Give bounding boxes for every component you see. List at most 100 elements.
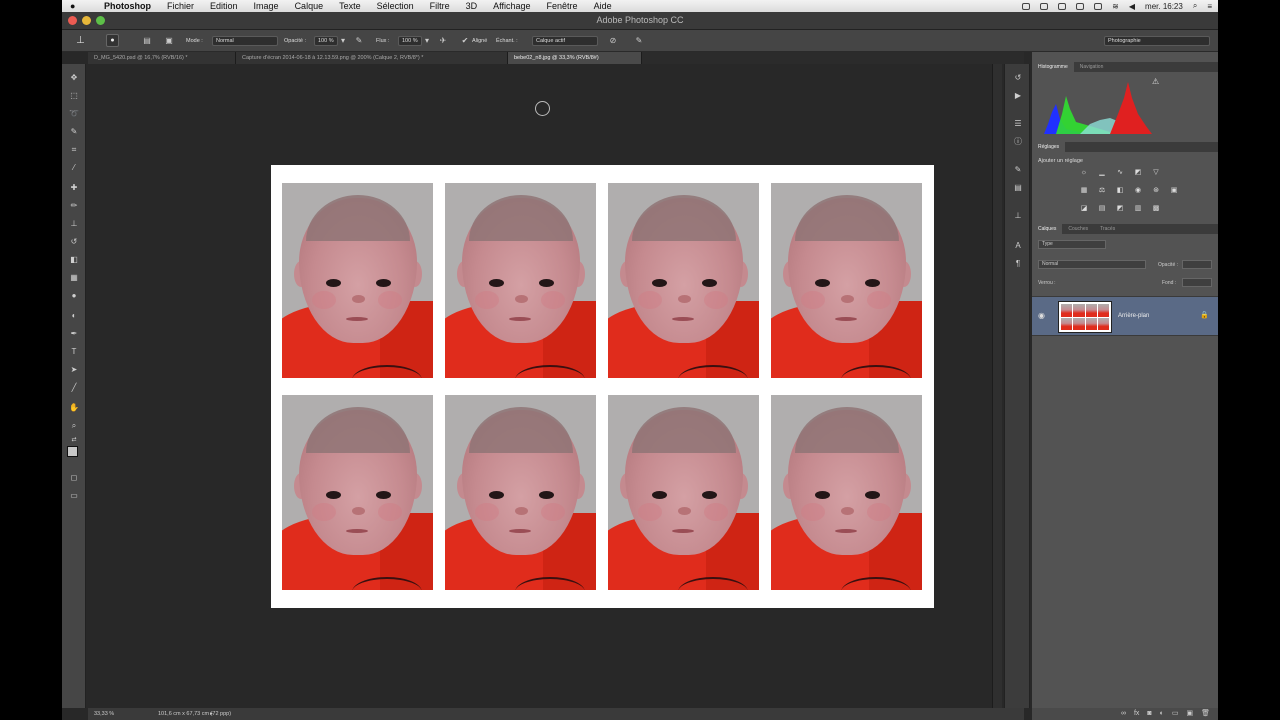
add-mask-icon[interactable]: ◙ (1147, 708, 1151, 720)
brush-preset-icon[interactable]: ● (106, 34, 119, 47)
brush-panel-icon[interactable]: ✎ (1012, 164, 1024, 175)
invert-icon[interactable]: ◪ (1078, 204, 1090, 214)
history-brush-icon[interactable]: ↺ (68, 236, 80, 248)
tab-document-2[interactable]: Capture d'écran 2014-06-18 à 12.13.59.pn… (236, 52, 508, 64)
layer-name[interactable]: Arrière-plan (1118, 313, 1149, 319)
opacity-field[interactable]: 100 % (314, 36, 338, 46)
line-icon[interactable]: ╱ (68, 382, 80, 394)
brush-icon[interactable]: ✏ (68, 200, 80, 212)
brightness-contrast-icon[interactable]: ☼ (1078, 168, 1090, 178)
zoom-level[interactable]: 33,33 % (94, 708, 114, 720)
tab-document-3[interactable]: bebe02_n8.jpg @ 33,3% (RVB/8#) (508, 52, 642, 64)
quick-select-icon[interactable]: ✎ (68, 126, 80, 138)
eraser-icon[interactable]: ◧ (68, 254, 80, 266)
notification-center-icon[interactable]: ≡ (1207, 2, 1212, 11)
brush-panel-icon[interactable]: ▤ (142, 36, 152, 46)
search-icon[interactable]: ⌕ (1193, 1, 1197, 11)
eyedropper-icon[interactable]: ⁄ (68, 162, 80, 174)
quick-mask-icon[interactable]: ◻ (68, 472, 80, 484)
delete-layer-icon[interactable]: 🗑 (1201, 708, 1210, 720)
layer-style-icon[interactable]: fx (1134, 708, 1139, 720)
dodge-icon[interactable]: ◐ (68, 310, 80, 322)
crop-icon[interactable]: ⌗ (68, 144, 80, 156)
aligned-checkbox[interactable]: ✔ (460, 36, 470, 46)
foreground-color[interactable] (67, 446, 78, 457)
clone-stamp-tool-icon[interactable]: ⊥ (74, 34, 87, 47)
new-layer-icon[interactable]: ▣ (1186, 708, 1193, 720)
hue-saturation-icon[interactable]: ▦ (1078, 186, 1090, 196)
link-layers-icon[interactable]: ∞ (1121, 708, 1126, 720)
curves-icon[interactable]: ∿ (1114, 168, 1126, 178)
selective-color-icon[interactable]: ▩ (1150, 204, 1162, 214)
history-panel-icon[interactable]: ↺ (1012, 72, 1024, 83)
threshold-icon[interactable]: ◩ (1114, 204, 1126, 214)
menu-layer[interactable]: Calque (295, 1, 324, 11)
menu-view[interactable]: Affichage (493, 1, 530, 11)
new-group-icon[interactable]: ▭ (1172, 708, 1179, 720)
layer-opacity-field[interactable] (1182, 260, 1212, 269)
pressure-size-icon[interactable]: ✎ (634, 36, 644, 46)
document-info[interactable]: 101,6 cm x 67,73 cm (72 ppp) (158, 708, 231, 720)
actions-panel-icon[interactable]: ▶ (1012, 90, 1024, 101)
menu-image[interactable]: Image (254, 1, 279, 11)
pen-icon[interactable]: ✒ (68, 328, 80, 340)
tab-navigator[interactable]: Navigation (1074, 62, 1110, 72)
gradient-icon[interactable]: ▦ (68, 272, 80, 284)
info-panel-icon[interactable]: ⓘ (1012, 136, 1024, 147)
layer-visibility-eye-icon[interactable]: ◉ (1038, 311, 1045, 320)
color-lookup-icon[interactable]: ▣ (1168, 186, 1180, 196)
zoom-icon[interactable]: ⌕ (68, 420, 80, 432)
vertical-scrollbar[interactable] (992, 64, 1002, 708)
flow-dropdown-icon[interactable]: ▾ (422, 36, 432, 46)
clone-source-panel-icon[interactable]: ⊥ (1012, 210, 1024, 221)
menu-edit[interactable]: Edition (210, 1, 238, 11)
photo-sheet[interactable] (271, 165, 934, 608)
layer-kind-filter[interactable]: Type (1038, 240, 1106, 249)
new-adjustment-icon[interactable]: ◐ (1160, 708, 1164, 720)
menu-app-name[interactable]: Photoshop (104, 1, 151, 11)
photo-filter-icon[interactable]: ◉ (1132, 186, 1144, 196)
tab-paths[interactable]: Tracés (1094, 224, 1121, 234)
sample-select[interactable]: Calque actif (532, 36, 598, 46)
path-select-icon[interactable]: ➤ (68, 364, 80, 376)
screen-mode-icon[interactable]: ▭ (68, 490, 80, 502)
character-panel-icon[interactable]: A (1012, 240, 1024, 251)
menu-filter[interactable]: Filtre (430, 1, 450, 11)
wifi-icon[interactable]: ≋ (1112, 2, 1119, 11)
gradient-map-icon[interactable]: ▥ (1132, 204, 1144, 214)
clone-stamp-icon[interactable]: ⊥ (68, 218, 80, 230)
blur-icon[interactable]: ● (68, 290, 80, 302)
type-icon[interactable]: T (68, 346, 80, 358)
battery-tray-icon[interactable] (1094, 2, 1103, 10)
properties-panel-icon[interactable]: ☰ (1012, 118, 1024, 129)
hand-icon[interactable]: ✋ (68, 402, 80, 414)
exposure-icon[interactable]: ◩ (1132, 168, 1144, 178)
menu-type[interactable]: Texte (339, 1, 361, 11)
color-swatches[interactable] (67, 446, 83, 462)
color-balance-icon[interactable]: ⚖ (1096, 186, 1108, 196)
vibrance-icon[interactable]: ▽ (1150, 168, 1162, 178)
volume-icon[interactable]: ◀ (1129, 2, 1135, 11)
layer-background[interactable]: ◉ Arrière-plan 🔒 (1032, 296, 1218, 336)
status-menu-icon[interactable]: ▸ (210, 708, 213, 720)
channel-mixer-icon[interactable]: ⊛ (1150, 186, 1162, 196)
pressure-opacity-icon[interactable]: ✎ (354, 36, 364, 46)
lasso-icon[interactable]: ➰ (68, 108, 80, 120)
tab-channels[interactable]: Couches (1062, 224, 1094, 234)
menu-window[interactable]: Fenêtre (547, 1, 578, 11)
swap-colors-icon[interactable]: ⇄ (68, 434, 80, 446)
dropbox-tray-icon[interactable] (1040, 2, 1049, 10)
flow-field[interactable]: 100 % (398, 36, 422, 46)
blend-mode-select[interactable]: Normal (1038, 260, 1146, 269)
tab-document-1[interactable]: D_MG_5420.psd @ 16,7% (RVB/16) * (88, 52, 236, 64)
tab-layers[interactable]: Calques (1032, 224, 1063, 234)
paragraph-panel-icon[interactable]: ¶ (1012, 258, 1024, 269)
menu-select[interactable]: Sélection (377, 1, 414, 11)
opacity-dropdown-icon[interactable]: ▾ (338, 36, 348, 46)
marquee-icon[interactable]: ⬚ (68, 90, 80, 102)
tab-histogram[interactable]: Histogramme (1032, 62, 1074, 72)
menubar-clock[interactable]: mer. 16:23 (1145, 2, 1183, 11)
levels-icon[interactable]: ▁ (1096, 168, 1108, 178)
healing-brush-icon[interactable]: ✚ (68, 182, 80, 194)
airbrush-icon[interactable]: ✈ (438, 36, 448, 46)
